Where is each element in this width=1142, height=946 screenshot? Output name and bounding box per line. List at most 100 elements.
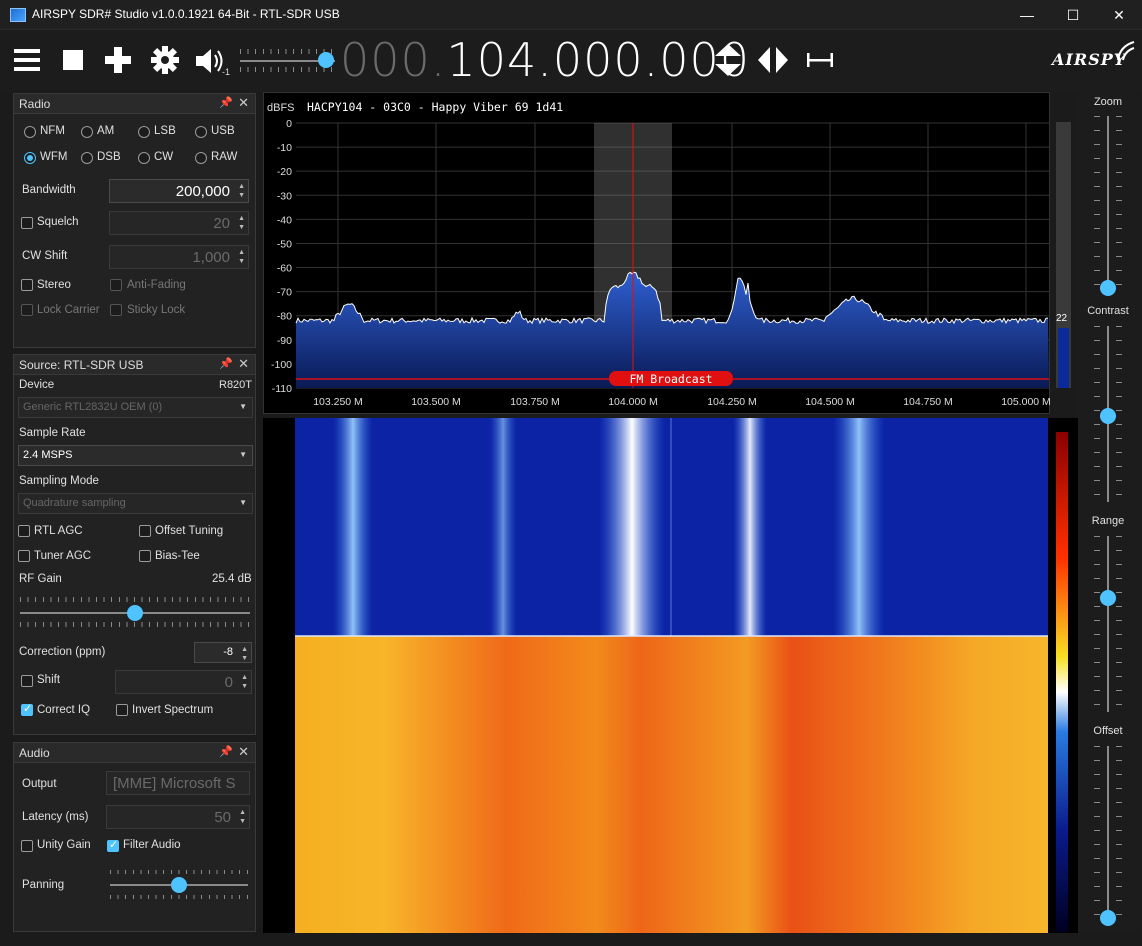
stop-icon[interactable]: [62, 49, 84, 71]
close-icon[interactable]: ✕: [238, 95, 249, 111]
spectrum-plot[interactable]: 0 -10 -20 -30 -40 -50 -60 -70 -80 -90 -100 -110 103…: [264, 93, 1071, 415]
correct-iq-checkbox[interactable]: [21, 702, 33, 716]
offset-ticks-right: [1116, 746, 1122, 922]
squelch-input[interactable]: 20 ▲ ▼: [109, 211, 249, 235]
output-select[interactable]: [MME] Microsoft S: [106, 771, 250, 795]
mode-label-cw: CW: [154, 151, 174, 163]
volume-slider-knob[interactable]: [317, 52, 334, 68]
offset-label: Offset: [1093, 725, 1123, 737]
stereo-label: Stereo: [37, 279, 71, 291]
lock-carrier-checkbox[interactable]: [21, 304, 33, 316]
offset-slider-knob[interactable]: [1100, 910, 1116, 926]
anti-fading-checkbox[interactable]: [110, 279, 122, 291]
mode-radio-dsb[interactable]: [81, 152, 93, 164]
plus-icon[interactable]: [104, 46, 132, 74]
y-tick-label: -60: [277, 263, 292, 275]
y-tick-label: -80: [277, 311, 292, 323]
menu-icon[interactable]: [13, 47, 41, 73]
rf-gain-value: 25.4 dB: [212, 573, 252, 585]
range-slider-knob[interactable]: [1100, 590, 1116, 606]
y-tick-label: -40: [277, 214, 292, 226]
range-ticks-right: [1116, 536, 1122, 712]
sampling-mode-select[interactable]: Quadrature sampling ▼: [18, 493, 253, 514]
unity-gain-checkbox[interactable]: [21, 840, 33, 852]
offset-tuning-checkbox[interactable]: [139, 525, 151, 537]
close-button[interactable]: ✕: [1096, 0, 1142, 30]
y-tick-label: -20: [277, 166, 292, 178]
waterfall-history: [295, 636, 1048, 933]
sticky-lock-checkbox[interactable]: [110, 304, 122, 316]
shift-checkbox[interactable]: [21, 675, 33, 687]
close-icon[interactable]: ✕: [238, 356, 249, 372]
mode-radio-raw[interactable]: [195, 152, 207, 164]
spinner-icon[interactable]: ▲ ▼: [238, 182, 245, 200]
tuning-step-updown-icon[interactable]: [713, 42, 743, 78]
tuner-agc-checkbox[interactable]: [18, 550, 30, 562]
cw-shift-input[interactable]: 1,000 ▲ ▼: [109, 245, 249, 269]
mode-radio-am[interactable]: [81, 126, 93, 138]
zoom-slider-knob[interactable]: [1100, 280, 1116, 296]
latency-input[interactable]: 50 ▲ ▼: [106, 805, 250, 829]
mode-radio-nfm[interactable]: [24, 126, 36, 138]
shift-input[interactable]: 0 ▲ ▼: [115, 670, 252, 694]
waterfall-area[interactable]: [263, 418, 1078, 933]
frequency-display[interactable]: 000.104.000.000: [340, 33, 750, 87]
y-tick-label: -50: [277, 238, 292, 250]
unity-gain-label: Unity Gain: [37, 839, 91, 851]
stereo-checkbox[interactable]: [21, 279, 33, 291]
center-frequency-icon[interactable]: [806, 51, 834, 69]
correction-input[interactable]: -8 ▲ ▼: [194, 642, 252, 663]
device-select[interactable]: Generic RTL2832U OEM (0) ▼: [18, 397, 253, 418]
mode-label-usb: USB: [211, 125, 235, 137]
tuner-agc-label: Tuner AGC: [34, 550, 92, 562]
bias-tee-checkbox[interactable]: [139, 550, 151, 562]
window-title: AIRSPY SDR# Studio v1.0.0.1921 64-Bit - …: [32, 7, 340, 21]
radio-panel-title: Radio: [19, 97, 51, 111]
station-info: HACPY104 - 03C0 - Happy Viber 69 1d41: [307, 100, 563, 114]
band-label: FM Broadcast: [629, 372, 712, 386]
invert-spectrum-checkbox[interactable]: [116, 704, 128, 716]
bandwidth-input[interactable]: 200,000 ▲ ▼: [109, 179, 249, 203]
y-tick-label: -100: [271, 359, 292, 371]
panning-slider-knob[interactable]: [171, 877, 187, 893]
chevron-down-icon: ▼: [239, 402, 247, 411]
pin-icon[interactable]: 📌: [219, 745, 233, 758]
squelch-checkbox[interactable]: [21, 217, 33, 229]
mode-radio-cw[interactable]: [138, 152, 150, 164]
rtl-agc-checkbox[interactable]: [18, 525, 30, 537]
bandwidth-label: Bandwidth: [22, 184, 76, 196]
title-bar: AIRSPY SDR# Studio v1.0.0.1921 64-Bit - …: [0, 0, 1142, 30]
spinner-icon[interactable]: ▲ ▼: [238, 248, 245, 266]
mode-label-wfm: WFM: [40, 151, 68, 163]
level-meter: [1056, 122, 1071, 388]
range-slider-track[interactable]: [1107, 536, 1109, 712]
tuning-step-leftright-icon[interactable]: [756, 46, 790, 74]
waterfall[interactable]: [263, 418, 1078, 933]
minimize-button[interactable]: —: [1004, 0, 1050, 30]
volume-badge: -1: [222, 67, 231, 77]
contrast-slider-knob[interactable]: [1100, 408, 1116, 424]
spinner-icon[interactable]: ▲ ▼: [241, 645, 248, 663]
spinner-icon[interactable]: ▲ ▼: [241, 673, 248, 691]
spinner-icon[interactable]: ▲ ▼: [239, 808, 246, 826]
frequency-value[interactable]: 104.000.000: [446, 33, 750, 87]
mode-radio-wfm[interactable]: [24, 152, 36, 164]
maximize-button[interactable]: ☐: [1050, 0, 1096, 30]
frequency-leading-digits[interactable]: 000.: [340, 33, 446, 87]
mode-radio-usb[interactable]: [195, 126, 207, 138]
zoom-slider-track[interactable]: [1107, 116, 1109, 292]
spinner-icon[interactable]: ▲ ▼: [238, 214, 245, 232]
rf-gain-slider-knob[interactable]: [127, 605, 143, 621]
device-tuner: R820T: [219, 379, 253, 391]
close-icon[interactable]: ✕: [238, 744, 249, 760]
sample-rate-select[interactable]: 2.4 MSPS ▼: [18, 445, 253, 466]
y-tick-label: -70: [277, 287, 292, 299]
spectrum-analyzer[interactable]: 0 -10 -20 -30 -40 -50 -60 -70 -80 -90 -100 -110 103…: [263, 92, 1071, 415]
offset-slider-track[interactable]: [1107, 746, 1109, 922]
waterfall-streak: [599, 418, 665, 636]
pin-icon[interactable]: 📌: [219, 357, 233, 370]
filter-audio-checkbox[interactable]: [107, 838, 119, 852]
gear-icon[interactable]: [150, 45, 180, 75]
mode-radio-lsb[interactable]: [138, 126, 150, 138]
pin-icon[interactable]: 📌: [219, 96, 233, 109]
